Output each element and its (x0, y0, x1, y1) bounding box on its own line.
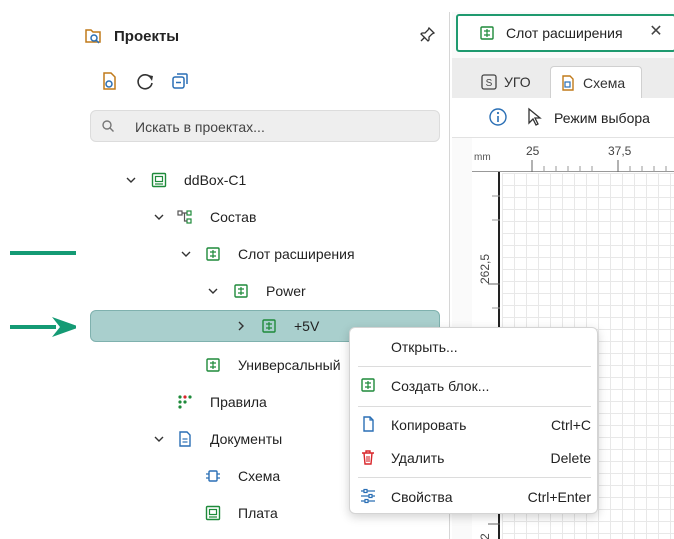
cursor-icon[interactable] (526, 107, 542, 127)
menu-item-create-block[interactable]: Создать блок... (350, 371, 599, 401)
menu-item-label: Создать блок... (391, 378, 490, 394)
close-icon[interactable]: ✕ (646, 22, 666, 42)
ruler-top: mm 25 37,5 (472, 138, 674, 172)
block-icon (206, 358, 220, 372)
schematic-icon (206, 470, 220, 482)
menu-item-shortcut: Delete (550, 450, 591, 466)
mode-label[interactable]: Режим выбора (554, 110, 650, 126)
menu-item-shortcut: Ctrl+Enter (527, 489, 591, 505)
chevron-down-icon[interactable] (124, 173, 138, 187)
documents-icon (179, 431, 191, 447)
panel-header: Проекты (76, 12, 450, 58)
context-menu: Открыть... Создать блок... Копировать Ct… (349, 327, 598, 514)
tab-schema[interactable]: Схема (550, 66, 642, 98)
tree-item-sostav[interactable]: Состав (76, 201, 450, 233)
chevron-down-icon[interactable] (152, 432, 166, 446)
panel-toolbar (76, 70, 276, 96)
mode-toolbar: Режим выбора (452, 98, 674, 138)
chevron-down-icon[interactable] (206, 284, 220, 298)
view-tabs: S УГО Схема (452, 58, 674, 98)
board-icon (205, 505, 221, 521)
tree-item-ddbox[interactable]: ddBox-C1 (76, 164, 450, 196)
tree-item-label: Состав (210, 209, 257, 225)
menu-separator (358, 477, 591, 478)
block-icon (206, 247, 220, 261)
menu-item-label: Свойства (391, 489, 453, 505)
chevron-right-icon[interactable] (234, 319, 248, 333)
tree-item-label: Документы (210, 431, 283, 447)
tab-ugo[interactable]: S УГО (472, 66, 548, 98)
search-input[interactable] (135, 118, 425, 136)
annotation-arrow-2 (10, 317, 80, 337)
app-window: Проекты Искать в проектах... ddBox-C1 Со… (0, 0, 674, 539)
tree-item-slot[interactable]: Слот расширения (76, 238, 450, 270)
tree-item-power[interactable]: Power (76, 275, 450, 307)
board-icon (151, 172, 167, 188)
menu-item-label: Удалить (391, 450, 445, 466)
ruler-ticks (531, 160, 667, 172)
create-block-icon (361, 378, 375, 392)
menu-item-open[interactable]: Открыть... (350, 332, 599, 362)
menu-item-properties[interactable]: Свойства Ctrl+Enter (350, 482, 599, 512)
info-icon[interactable] (488, 107, 508, 127)
search-box[interactable] (90, 110, 440, 142)
copy-icon (363, 416, 374, 432)
menu-item-copy[interactable]: Копировать Ctrl+C (350, 410, 599, 440)
open-project-icon[interactable] (98, 70, 120, 92)
menu-item-delete[interactable]: Удалить Delete (350, 443, 599, 473)
sliders-icon (361, 488, 375, 504)
tree-item-label: ddBox-C1 (184, 172, 247, 188)
tree-item-label: Слот расширения (238, 246, 355, 262)
block-icon (480, 26, 494, 40)
menu-separator (358, 366, 591, 367)
rules-icon (178, 395, 192, 409)
chevron-down-icon[interactable] (179, 247, 193, 261)
symbol-icon: S (481, 74, 497, 90)
structure-icon (177, 210, 192, 224)
collapse-all-icon[interactable] (169, 70, 191, 92)
menu-item-shortcut: Ctrl+C (550, 417, 591, 433)
trash-icon (362, 450, 374, 465)
tree-item-label: Универсальный (238, 357, 341, 373)
ruler-top-label: 37,5 (608, 144, 632, 158)
menu-item-label: Открыть... (391, 339, 458, 355)
tree-item-label: Power (266, 283, 306, 299)
menu-separator (358, 406, 591, 407)
svg-text:S: S (486, 78, 493, 89)
refresh-icon[interactable] (134, 70, 156, 92)
tree-item-label: Плата (238, 505, 278, 521)
ruler-top-label: 25 (526, 144, 540, 158)
project-tree-icon (85, 29, 101, 44)
panel-title: Проекты (114, 28, 180, 45)
block-icon (262, 319, 276, 333)
tab-label: Схема (583, 75, 626, 91)
document-tab[interactable]: Слот расширения ✕ (456, 14, 674, 52)
document-tab-label: Слот расширения (506, 25, 623, 41)
search-icon (102, 120, 114, 132)
tree-item-label: Схема (238, 468, 281, 484)
block-icon (234, 284, 248, 298)
schematic-doc-icon (562, 75, 574, 91)
tab-label: УГО (504, 74, 531, 90)
pin-icon[interactable] (418, 26, 436, 44)
menu-item-label: Копировать (391, 417, 467, 433)
chevron-down-icon[interactable] (152, 210, 166, 224)
tree-item-label: Правила (210, 394, 267, 410)
tree-item-label: +5V (294, 318, 320, 334)
